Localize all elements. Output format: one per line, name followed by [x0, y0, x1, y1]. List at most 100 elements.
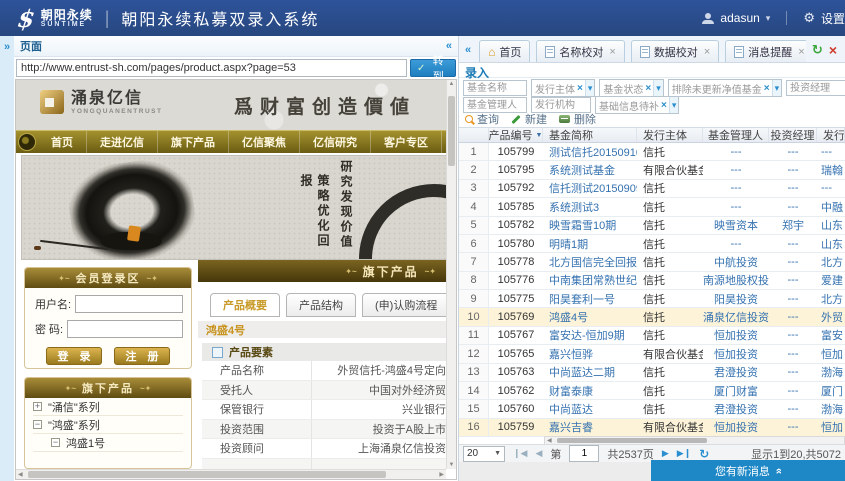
filter-combo[interactable]: 排除未更新净值基金×▾ [668, 79, 782, 97]
table-row[interactable]: 1105799测试信托20150910信托--------- [459, 143, 845, 161]
new-message-bar[interactable]: 您有新消息 » [651, 460, 845, 481]
column-header[interactable]: 基金简称 [543, 128, 637, 142]
cell-fund-name-link[interactable]: 中尚蓝达 [543, 400, 637, 417]
filter-combo[interactable]: 基金状态×▾ [599, 79, 663, 97]
create-button[interactable]: 新建 [511, 111, 547, 127]
iframe-vertical-scrollbar[interactable]: ▲ ▼ [446, 80, 456, 469]
site-nav-item[interactable]: 旗下产品 [158, 131, 229, 153]
workspace-tab[interactable]: ⌂首页 [479, 40, 530, 62]
cell-fund-name-link[interactable]: 鸿盛4号 [543, 308, 637, 325]
scrollbar-thumb[interactable] [28, 471, 386, 478]
tab-close-icon[interactable]: × [609, 46, 615, 58]
reload-grid-icon[interactable]: ↻ [699, 447, 709, 461]
table-row[interactable]: 16105759嘉兴吉睿有限合伙基金恒加投资---恒加 [459, 419, 845, 437]
clear-icon[interactable]: × [661, 100, 667, 111]
cell-fund-name-link[interactable]: 富安达-恒加9期 [543, 327, 637, 344]
tab-close-icon[interactable]: × [704, 46, 710, 58]
table-row[interactable]: 14105762财富泰康信托厦门财富---厦门 [459, 382, 845, 400]
workspace-tab[interactable]: 数据校对× [631, 40, 719, 62]
scroll-right-icon[interactable]: ▶ [439, 471, 444, 478]
last-page-icon[interactable]: ▶❙ [677, 448, 691, 459]
cell-fund-name-link[interactable]: 中南集团常熟世纪确城 [543, 272, 637, 289]
site-nav-item[interactable]: 首页 [38, 131, 87, 153]
tree-item[interactable]: +"涌信"系列 [33, 398, 183, 416]
site-tab[interactable]: 产品概要 [210, 293, 280, 317]
site-nav-item[interactable]: 走进亿信 [87, 131, 158, 153]
table-row[interactable]: 2105795系统测试基金有限合伙基金------瑞翰 [459, 161, 845, 179]
cell-fund-name-link[interactable]: 系统测试3 [543, 198, 637, 215]
first-page-icon[interactable]: ❙◀ [513, 448, 527, 459]
tree-item[interactable]: −鸿盛1号 [33, 434, 183, 452]
column-header[interactable]: 发行机构 [817, 128, 845, 142]
table-row[interactable]: 11105767富安达-恒加9期信托恒加投资---富安 [459, 327, 845, 345]
delete-button[interactable]: 删除 [559, 111, 596, 127]
search-button[interactable]: 查询 [465, 111, 499, 127]
tree-toggle-icon[interactable]: − [33, 420, 42, 429]
table-row[interactable]: 15105760中尚蓝达信托君澄投资---渤海 [459, 400, 845, 418]
cell-fund-name-link[interactable]: 嘉兴吉睿 [543, 419, 637, 436]
prev-page-icon[interactable]: ◀ [535, 448, 542, 459]
scroll-left-icon[interactable]: ◀ [18, 471, 23, 478]
filter-input[interactable] [463, 80, 527, 96]
username-menu[interactable]: adasun [720, 11, 759, 25]
login-button[interactable]: 登 录 [46, 347, 102, 365]
settings-label[interactable]: 设置 [821, 10, 845, 27]
chevron-down-icon[interactable]: ▾ [585, 80, 595, 96]
page-size-select[interactable]: 20 ▼ [463, 446, 505, 462]
column-header[interactable] [459, 128, 489, 142]
column-header[interactable]: 投资经理 [769, 128, 817, 142]
table-row[interactable]: 7105778北方国信完全回报信托中航投资---北方 [459, 253, 845, 271]
site-nav-item[interactable]: 亿信聚焦 [229, 131, 300, 153]
filter-input[interactable] [786, 80, 845, 96]
table-row[interactable]: 6105780明晴1期信托------山东 [459, 235, 845, 253]
scroll-down-icon[interactable]: ▼ [447, 462, 456, 468]
collapse-panel-icon[interactable]: « [446, 40, 452, 52]
chevron-down-icon[interactable]: ▾ [772, 80, 782, 96]
close-all-tabs-icon[interactable]: × [829, 42, 837, 58]
refresh-tab-icon[interactable]: ↻ [812, 42, 823, 58]
scroll-up-icon[interactable]: ▲ [447, 81, 456, 87]
tab-close-icon[interactable]: × [798, 46, 804, 58]
settings-gear-icon[interactable]: ⚙ [803, 10, 815, 26]
scroll-left-icon[interactable]: ◀ [547, 437, 552, 444]
column-header[interactable]: 产品编号▼ [489, 128, 543, 142]
url-input[interactable] [16, 59, 407, 77]
cell-fund-name-link[interactable]: 测试信托20150910 [543, 143, 637, 160]
left-collapse-strip[interactable]: » [0, 36, 14, 481]
workspace-tab[interactable]: 名称校对× [536, 40, 624, 62]
page-number-input[interactable] [569, 445, 599, 462]
column-header[interactable]: 基金管理人 [703, 128, 769, 142]
column-header[interactable]: 发行主体 [637, 128, 703, 142]
filter-combo[interactable]: 发行主体×▾ [531, 79, 595, 97]
table-row[interactable]: 4105785系统测试3信托------中融 [459, 198, 845, 216]
cell-fund-name-link[interactable]: 北方国信完全回报 [543, 253, 637, 270]
table-row[interactable]: 5105782映雪霜雪10期信托映雪资本郑宇山东 [459, 217, 845, 235]
go-button[interactable]: ✓ 转到 [410, 59, 456, 77]
clear-icon[interactable]: × [577, 83, 583, 94]
cell-fund-name-link[interactable]: 明晴1期 [543, 235, 637, 252]
cell-fund-name-link[interactable]: 映雪霜雪10期 [543, 217, 637, 234]
user-caret-icon[interactable]: ▾ [766, 13, 771, 24]
next-page-icon[interactable]: ▶ [662, 448, 669, 459]
cell-fund-name-link[interactable]: 阳昊套利一号 [543, 290, 637, 307]
scrollbar-thumb[interactable] [557, 438, 707, 443]
site-logo[interactable]: 涌泉亿信 YONGQUANENTRUST [40, 90, 162, 115]
tree-toggle-icon[interactable]: + [33, 402, 42, 411]
tree-item[interactable]: −"鸿盛"系列 [33, 416, 183, 434]
site-nav-item[interactable]: 亿信研究 [300, 131, 371, 153]
table-row[interactable]: 9105775阳昊套利一号信托阳昊投资---北方 [459, 290, 845, 308]
table-row[interactable]: 10105769鸿盛4号信托涌泉亿信投资---外贸 [459, 308, 845, 326]
table-row[interactable]: 13105763中尚蓝达二期信托君澄投资---渤海 [459, 364, 845, 382]
table-row[interactable]: 12105765嘉兴恒骅有限合伙基金恒加投资---恒加 [459, 345, 845, 363]
site-tab[interactable]: 产品结构 [286, 293, 356, 317]
cell-fund-name-link[interactable]: 系统测试基金 [543, 161, 637, 178]
site-password-input[interactable] [67, 320, 183, 338]
table-row[interactable]: 8105776中南集团常熟世纪确城信托中南源地股权投资---爱建 [459, 272, 845, 290]
chevron-down-icon[interactable]: ▾ [669, 97, 679, 113]
section-checkbox[interactable] [212, 347, 223, 358]
filter-combo[interactable]: 基础信息待补×▾ [595, 96, 679, 114]
register-button[interactable]: 注 册 [114, 347, 170, 365]
workspace-tab[interactable]: 消息提醒× [725, 40, 806, 62]
cell-fund-name-link[interactable]: 信托测试20150909 [543, 180, 637, 197]
scrollbar-thumb[interactable] [448, 96, 455, 166]
